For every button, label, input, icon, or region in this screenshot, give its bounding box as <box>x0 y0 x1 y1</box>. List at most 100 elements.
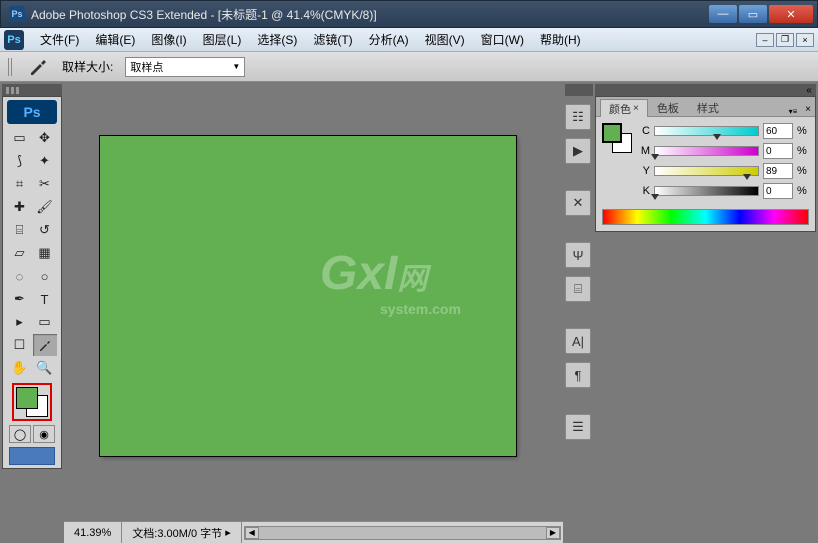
watermark: GxI网 system.com <box>320 246 461 317</box>
screen-mode-button[interactable] <box>9 447 55 465</box>
marquee-tool[interactable]: ▭ <box>8 127 32 149</box>
window-close-button[interactable]: ✕ <box>769 5 813 23</box>
layers-dock-icon[interactable]: ☰ <box>565 414 591 440</box>
foreground-swatch[interactable] <box>16 387 38 409</box>
menu-edit[interactable]: 编辑(E) <box>87 29 143 50</box>
toolbox: Ps ▭ ✥ ⟆ ✦ ⌗ ✂ ✚ 🖌 ⌸ ↺ ▱ ▦ ◌ ○ ✒ T ▸ ▭ ☐ <box>2 96 62 469</box>
move-tool[interactable]: ✥ <box>33 127 57 149</box>
menu-select[interactable]: 选择(S) <box>249 29 305 50</box>
toolbox-header[interactable] <box>2 84 62 96</box>
stamp-tool[interactable]: ⌸ <box>8 219 32 241</box>
horizontal-scrollbar[interactable]: ◀ ▶ <box>244 526 561 540</box>
eraser-tool[interactable]: ▱ <box>8 242 32 264</box>
magenta-input[interactable]: 0 <box>763 143 793 159</box>
panel-menu-icon[interactable]: ▾≡ <box>785 107 801 116</box>
zoom-level[interactable]: 41.39% <box>64 522 122 543</box>
sample-size-dropdown[interactable]: 取样点 ▼ <box>125 57 245 77</box>
tools-dock-icon[interactable]: ✕ <box>565 190 591 216</box>
cyan-label: C <box>638 125 650 137</box>
status-bar: 41.39% 文档:3.00M/0 字节 ▸ ◀ ▶ <box>64 521 563 543</box>
blur-tool[interactable]: ◌ <box>8 265 32 287</box>
window-title: Adobe Photoshop CS3 Extended - [未标题-1 @ … <box>31 6 709 23</box>
dock-strip-header[interactable] <box>565 84 593 96</box>
clone-dock-icon[interactable]: ⌸ <box>565 276 591 302</box>
quickmask-mode-button[interactable]: ◉ <box>33 425 55 443</box>
character-dock-icon[interactable]: A| <box>565 328 591 354</box>
sample-size-value: 取样点 <box>130 59 163 75</box>
app-icon: Ps <box>9 6 25 22</box>
cyan-input[interactable]: 60 <box>763 123 793 139</box>
lasso-tool[interactable]: ⟆ <box>8 150 32 172</box>
menu-filter[interactable]: 滤镜(T) <box>305 29 360 50</box>
eyedropper-tool[interactable] <box>33 334 57 356</box>
tab-color[interactable]: 颜色× <box>600 99 648 117</box>
heal-tool[interactable]: ✚ <box>8 196 32 218</box>
notes-tool[interactable]: ☐ <box>8 334 32 356</box>
options-bar: 取样大小: 取样点 ▼ <box>0 52 818 82</box>
menu-analysis[interactable]: 分析(A) <box>361 29 417 50</box>
tab-styles[interactable]: 样式 <box>688 98 728 116</box>
mdi-restore-button[interactable]: ❐ <box>776 33 794 47</box>
window-minimize-button[interactable]: — <box>709 5 737 23</box>
chevron-down-icon: ▼ <box>232 62 240 71</box>
black-slider[interactable] <box>654 186 759 196</box>
color-swatches[interactable] <box>12 383 52 421</box>
paragraph-dock-icon[interactable]: ¶ <box>565 362 591 388</box>
magenta-slider[interactable] <box>654 146 759 156</box>
slice-tool[interactable]: ✂ <box>33 173 57 195</box>
window-maximize-button[interactable]: ▭ <box>739 5 767 23</box>
sample-size-label: 取样大小: <box>62 58 113 75</box>
panel-header[interactable]: « <box>595 84 816 96</box>
pen-tool[interactable]: ✒ <box>8 288 32 310</box>
panel-close-button[interactable]: × <box>801 102 815 116</box>
standard-mode-button[interactable]: ◯ <box>9 425 31 443</box>
magenta-label: M <box>638 145 650 157</box>
ps-logo-icon: Ps <box>4 30 24 50</box>
type-tool[interactable]: T <box>33 288 57 310</box>
wand-tool[interactable]: ✦ <box>33 150 57 172</box>
mdi-minimize-button[interactable]: – <box>756 33 774 47</box>
canvas-area[interactable]: GxI网 system.com <box>64 82 563 521</box>
color-panel: 颜色× 色板 样式 ▾≡ × C <box>595 96 816 232</box>
yellow-slider[interactable] <box>654 166 759 176</box>
history-brush-tool[interactable]: ↺ <box>33 219 57 241</box>
brushes-dock-icon[interactable]: Ψ <box>565 242 591 268</box>
path-select-tool[interactable]: ▸ <box>8 311 32 333</box>
menu-layer[interactable]: 图层(L) <box>195 29 250 50</box>
window-titlebar: Ps Adobe Photoshop CS3 Extended - [未标题-1… <box>0 0 818 28</box>
yellow-label: Y <box>638 165 650 177</box>
scroll-right-icon[interactable]: ▶ <box>546 527 560 539</box>
panel-color-swatches[interactable] <box>602 123 632 153</box>
close-icon[interactable]: × <box>633 103 639 114</box>
menu-help[interactable]: 帮助(H) <box>532 29 589 50</box>
black-label: K <box>638 185 650 197</box>
eyedropper-icon <box>26 58 50 76</box>
mdi-close-button[interactable]: × <box>796 33 814 47</box>
yellow-input[interactable]: 89 <box>763 163 793 179</box>
menu-view[interactable]: 视图(V) <box>417 29 473 50</box>
menu-window[interactable]: 窗口(W) <box>473 29 532 50</box>
color-ramp[interactable] <box>602 209 809 225</box>
options-grip-icon[interactable] <box>8 58 14 76</box>
gradient-tool[interactable]: ▦ <box>33 242 57 264</box>
zoom-tool[interactable]: 🔍 <box>33 357 57 379</box>
menu-bar: Ps 文件(F) 编辑(E) 图像(I) 图层(L) 选择(S) 滤镜(T) 分… <box>0 28 818 52</box>
menu-image[interactable]: 图像(I) <box>143 29 194 50</box>
cyan-slider[interactable] <box>654 126 759 136</box>
scroll-left-icon[interactable]: ◀ <box>245 527 259 539</box>
doc-info[interactable]: 文档:3.00M/0 字节 ▸ <box>122 522 241 543</box>
panel-collapse-button[interactable]: « <box>802 83 816 97</box>
document-canvas[interactable]: GxI网 system.com <box>100 136 516 456</box>
panel-foreground-swatch[interactable] <box>602 123 622 143</box>
tab-swatches[interactable]: 色板 <box>648 98 688 116</box>
menu-file[interactable]: 文件(F) <box>32 29 87 50</box>
black-input[interactable]: 0 <box>763 183 793 199</box>
hand-tool[interactable]: ✋ <box>8 357 32 379</box>
navigator-dock-icon[interactable]: ☷ <box>565 104 591 130</box>
dodge-tool[interactable]: ○ <box>33 265 57 287</box>
histogram-dock-icon[interactable]: ▶ <box>565 138 591 164</box>
crop-tool[interactable]: ⌗ <box>8 173 32 195</box>
ps-badge-icon: Ps <box>7 100 57 124</box>
shape-tool[interactable]: ▭ <box>33 311 57 333</box>
brush-tool[interactable]: 🖌 <box>33 196 57 218</box>
